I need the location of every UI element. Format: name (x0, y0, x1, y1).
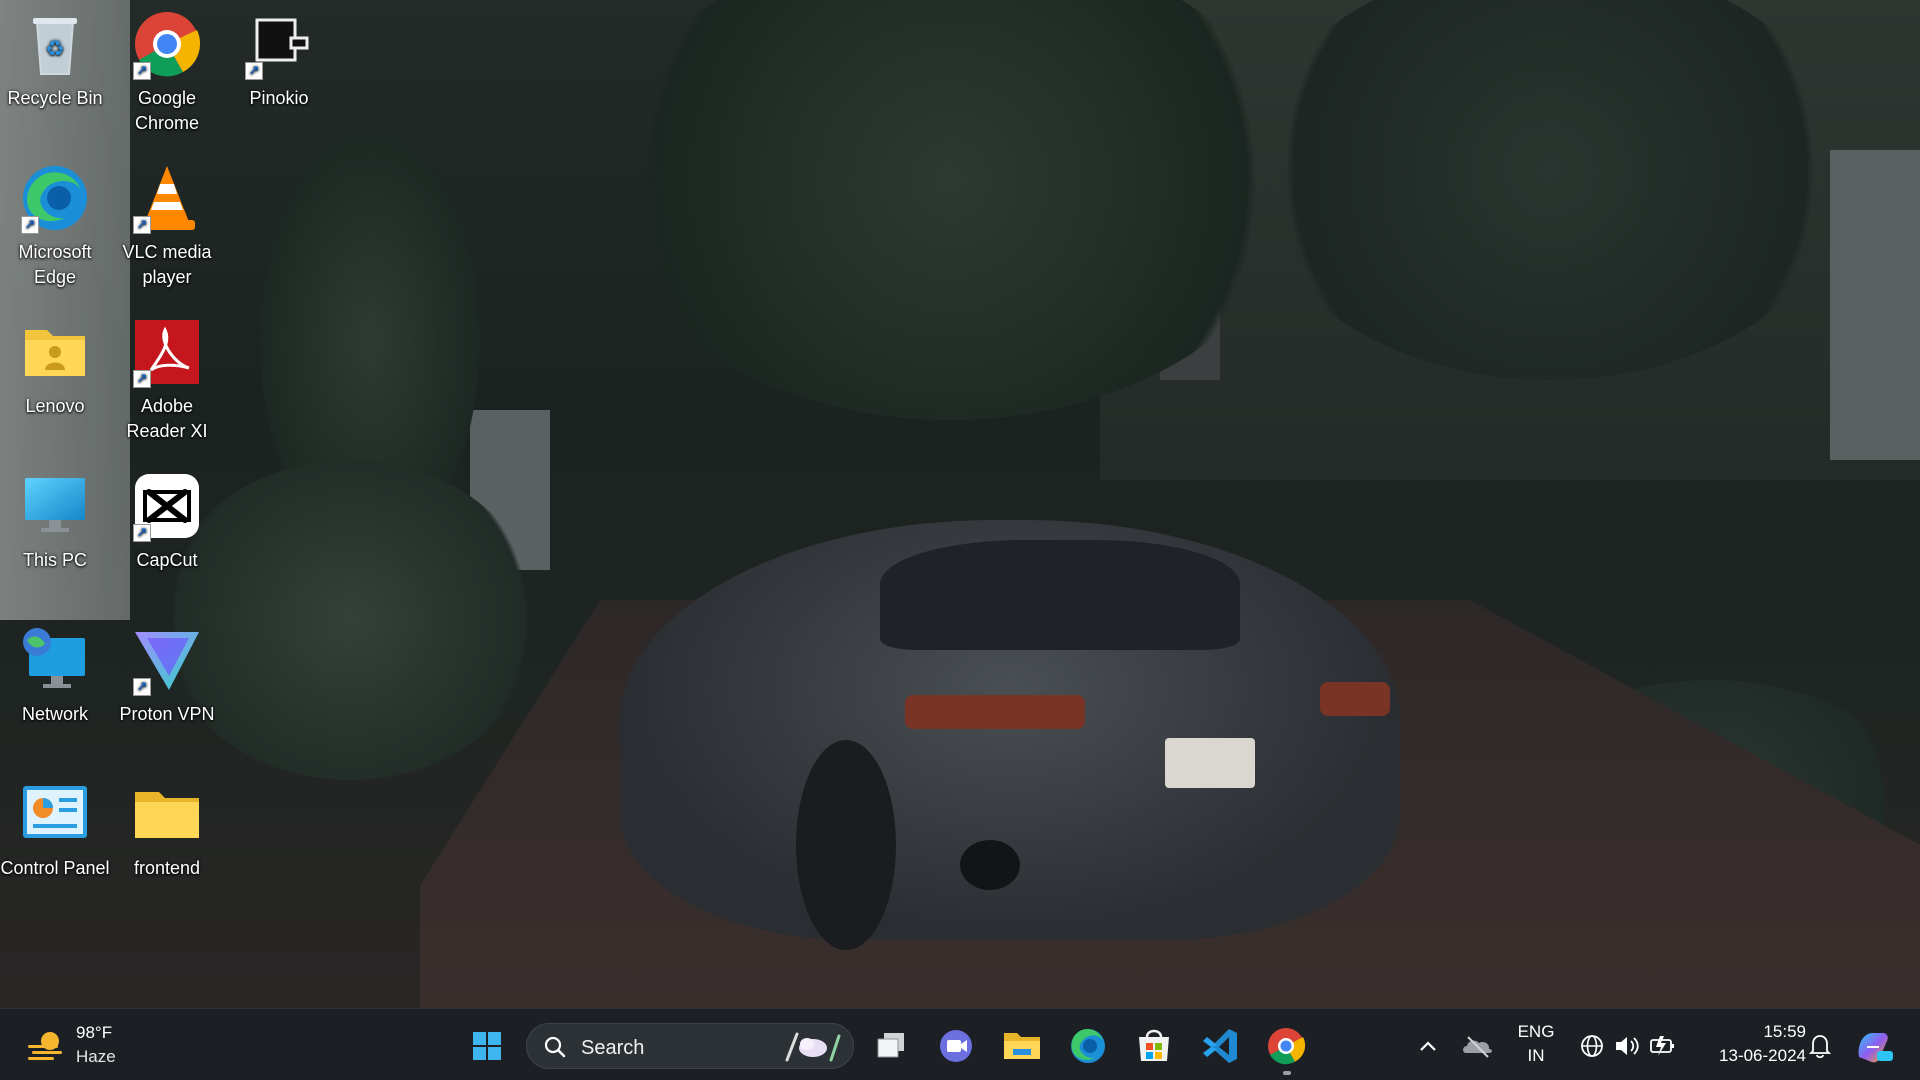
show-hidden-icons-button[interactable] (1408, 1023, 1448, 1069)
desktop-icon-label: Adobe Reader XI (126, 396, 208, 441)
network-tray-button[interactable] (1576, 1023, 1608, 1069)
desktop-icon-adobe-reader[interactable]: ↗ Adobe Reader XI (112, 316, 222, 466)
windows-logo-icon (473, 1032, 501, 1060)
running-indicator (1283, 1071, 1291, 1075)
taskbar-microsoft-edge[interactable] (1065, 1023, 1111, 1069)
pinokio-icon: ↗ (243, 8, 315, 80)
task-view-icon (877, 1033, 904, 1058)
desktop-icon-vlc-media-player[interactable]: ↗ VLC media player (112, 162, 222, 312)
proton-vpn-icon: ↗ (131, 624, 203, 696)
desktop-icon-label: Microsoft Edge (18, 242, 92, 287)
notifications-button[interactable] (1800, 1023, 1840, 1069)
clock-date[interactable]: 13-06-2024 (1696, 1046, 1806, 1066)
desktop-icon-this-pc[interactable]: This PC (0, 470, 110, 620)
recycle-bin-icon: ♻ (19, 8, 91, 80)
shortcut-arrow-icon: ↗ (133, 678, 151, 696)
video-chat-icon (940, 1030, 972, 1062)
capcut-icon: ↗ (131, 470, 203, 542)
copilot-icon (1858, 1033, 1893, 1063)
desktop-icon-label: Proton VPN (119, 704, 215, 724)
desktop-icon-network[interactable]: Network (0, 624, 110, 774)
adobe-reader-icon: ↗ (131, 316, 203, 388)
search-icon (544, 1036, 566, 1058)
search-label: Search (581, 1037, 645, 1059)
desktop-icon-proton-vpn[interactable]: ↗ Proton VPN (112, 624, 222, 774)
task-view-button[interactable] (868, 1023, 914, 1069)
desktop-icon-google-chrome[interactable]: ↗ Google Chrome (112, 8, 222, 158)
onedrive-tray-button[interactable] (1456, 1023, 1500, 1069)
bell-icon (1808, 1035, 1832, 1059)
chrome-icon: ↗ (131, 8, 203, 80)
desktop-icon-label: Google Chrome (134, 88, 200, 133)
chrome-icon (1268, 1028, 1306, 1065)
desktop-icon-label: frontend (133, 858, 201, 878)
desktop-icon-label: Control Panel (0, 858, 110, 878)
search-highlight-icon (785, 1032, 841, 1062)
desktop-icon-label: This PC (22, 550, 87, 570)
taskbar-google-chrome[interactable] (1263, 1023, 1309, 1075)
battery-tray-button[interactable] (1645, 1023, 1679, 1069)
haze-sun-icon (26, 1029, 66, 1063)
store-icon (1139, 1029, 1169, 1061)
taskbar-search-box[interactable]: Search (526, 1023, 854, 1069)
desktop-icon-label: Lenovo (25, 396, 85, 416)
edge-icon: ↗ (19, 162, 91, 234)
user-folder-icon (19, 316, 91, 388)
desktop-icon-label: Pinokio (249, 88, 309, 108)
desktop-icon-pinokio[interactable]: ↗ Pinokio (224, 8, 334, 158)
globe-icon (1581, 1035, 1603, 1057)
monitor-icon (19, 470, 91, 542)
chevron-up-icon (1420, 1041, 1436, 1051)
folder-icon (131, 778, 203, 850)
network-icon (19, 624, 91, 696)
desktop-icon-capcut[interactable]: ↗ CapCut (112, 470, 222, 620)
file-explorer-icon (1004, 1033, 1040, 1059)
desktop-icon-frontend-folder[interactable]: frontend (112, 778, 222, 928)
shortcut-arrow-icon: ↗ (21, 216, 39, 234)
desktop-icon-microsoft-edge[interactable]: ↗ Microsoft Edge (0, 162, 110, 312)
svg-text:♻: ♻ (45, 36, 65, 61)
shortcut-arrow-icon: ↗ (133, 62, 151, 80)
vlc-cone-icon: ↗ (131, 162, 203, 234)
taskbar: 98°F Haze Search ENG IN 15:59 13-06-2024 (0, 1008, 1920, 1080)
copilot-button[interactable] (1849, 1023, 1897, 1069)
speaker-icon (1616, 1037, 1639, 1055)
language-indicator-top[interactable]: ENG (1516, 1022, 1556, 1042)
language-indicator-bottom[interactable]: IN (1516, 1046, 1556, 1066)
desktop-icon-recycle-bin[interactable]: ♻ Recycle Bin (0, 8, 110, 158)
taskbar-vs-code[interactable] (1197, 1023, 1243, 1069)
weather-widget[interactable]: 98°F Haze (22, 1021, 132, 1069)
battery-charging-icon (1650, 1036, 1674, 1056)
shortcut-arrow-icon: ↗ (245, 62, 263, 80)
desktop-icon-label: Recycle Bin (7, 88, 103, 108)
edge-icon (1071, 1028, 1105, 1063)
taskbar-microsoft-store[interactable] (1131, 1023, 1177, 1069)
shortcut-arrow-icon: ↗ (133, 216, 151, 234)
shortcut-arrow-icon: ↗ (133, 370, 151, 388)
desktop-icon-label: VLC media player (122, 242, 212, 287)
shortcut-arrow-icon: ↗ (133, 524, 151, 542)
desktop-icon-label: CapCut (136, 550, 198, 570)
taskbar-meet-app[interactable] (933, 1023, 979, 1069)
weather-condition: Haze (76, 1047, 116, 1066)
weather-temperature: 98°F (76, 1023, 113, 1042)
desktop-icon-control-panel[interactable]: Control Panel (0, 778, 110, 928)
control-panel-icon (19, 778, 91, 850)
vs-code-icon (1203, 1029, 1237, 1063)
start-button[interactable] (464, 1023, 510, 1069)
clock-time[interactable]: 15:59 (1696, 1022, 1806, 1042)
taskbar-file-explorer[interactable] (999, 1023, 1045, 1069)
volume-tray-button[interactable] (1610, 1023, 1642, 1069)
desktop-icon-label: Network (21, 704, 88, 724)
onedrive-paused-icon (1463, 1036, 1492, 1058)
desktop-icon-lenovo[interactable]: Lenovo (0, 316, 110, 466)
